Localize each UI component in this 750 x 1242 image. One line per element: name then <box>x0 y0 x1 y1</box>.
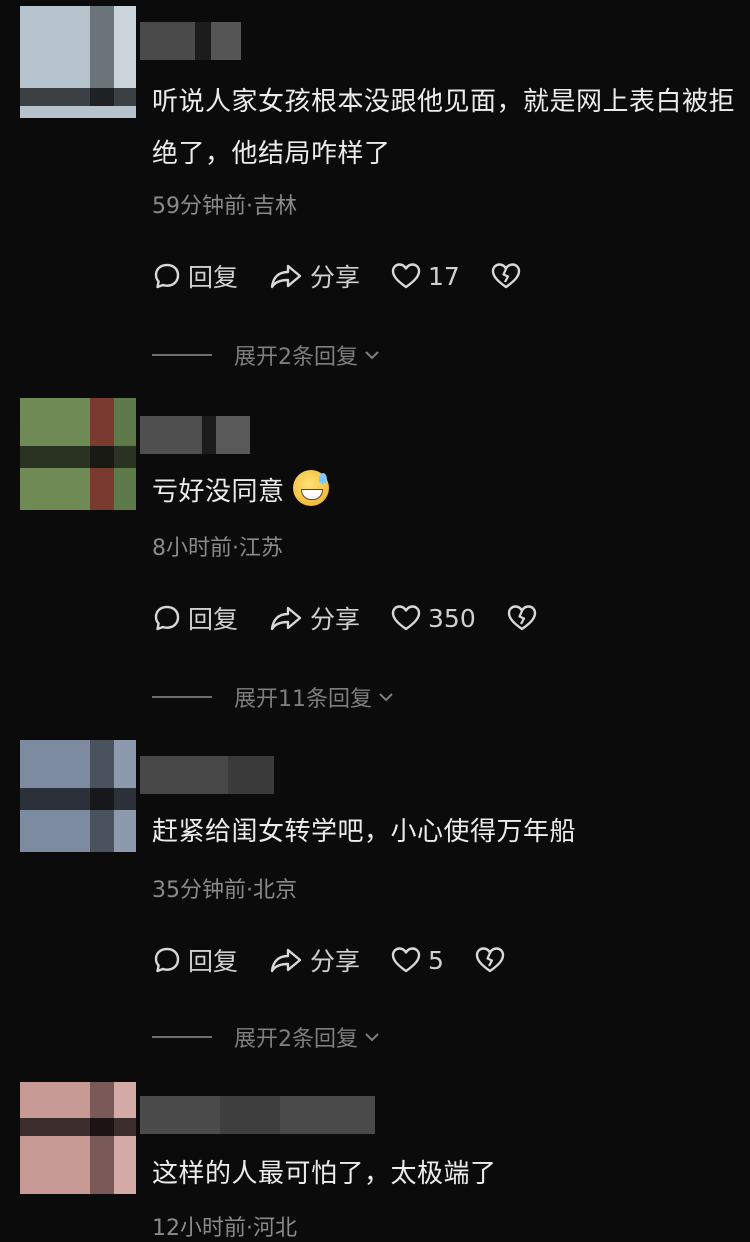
comment-bubble-icon <box>154 947 180 973</box>
expand-replies[interactable]: 展开2条回复 <box>152 340 382 370</box>
divider-line <box>152 1036 212 1038</box>
share-arrow-icon <box>270 948 302 973</box>
dislike-button[interactable] <box>490 261 528 291</box>
comment-actions: 回复 分享 5 <box>152 940 542 980</box>
share-label: 分享 <box>310 947 361 976</box>
chevron-down-icon <box>365 1033 379 1042</box>
reply-button[interactable]: 回复 <box>152 258 238 294</box>
comment-meta: 59分钟前·吉林 <box>152 194 297 219</box>
share-arrow-icon <box>270 606 302 631</box>
avatar[interactable] <box>20 6 136 118</box>
username-blurred[interactable] <box>140 416 250 454</box>
share-button[interactable]: 分享 <box>268 942 360 978</box>
share-button[interactable]: 分享 <box>268 600 360 636</box>
like-button[interactable]: 17 <box>390 261 460 291</box>
avatar[interactable] <box>20 740 136 852</box>
grinning-sweat-emoji <box>292 470 329 506</box>
comment-bubble-icon <box>154 605 180 631</box>
broken-heart-icon <box>475 947 505 973</box>
comment-meta: 8小时前·江苏 <box>152 536 283 561</box>
reply-button[interactable]: 回复 <box>152 942 238 978</box>
broken-heart-icon <box>491 263 521 289</box>
reply-label: 回复 <box>188 263 239 292</box>
dislike-button[interactable] <box>506 603 544 633</box>
share-arrow-icon <box>270 264 302 289</box>
reply-button[interactable]: 回复 <box>152 600 238 636</box>
share-label: 分享 <box>310 263 361 292</box>
like-count: 350 <box>428 603 476 633</box>
chevron-down-icon <box>379 693 393 702</box>
like-count: 5 <box>428 945 444 975</box>
comment-meta: 12小时前·河北 <box>152 1216 297 1241</box>
expand-replies[interactable]: 展开11条回复 <box>152 682 396 712</box>
username-blurred[interactable] <box>140 1096 375 1134</box>
comment-text: 听说人家女孩根本没跟他见面，就是网上表白被拒绝了，他结局咋样了 <box>152 87 736 169</box>
comment-actions: 回复 分享 350 <box>152 598 574 638</box>
divider-line <box>152 696 212 698</box>
comment-text-content: 亏好没同意 <box>152 477 285 507</box>
avatar[interactable] <box>20 1082 136 1194</box>
chevron-down-icon <box>365 351 379 360</box>
like-count: 17 <box>428 261 460 291</box>
expand-label: 展开2条回复 <box>234 345 358 370</box>
comment-text: 这样的人最可怕了，太极端了 <box>152 1159 497 1189</box>
like-button[interactable]: 5 <box>390 945 444 975</box>
heart-icon <box>391 947 421 973</box>
comment-actions: 回复 分享 17 <box>152 256 558 296</box>
expand-label: 展开2条回复 <box>234 1027 358 1052</box>
like-button[interactable]: 350 <box>390 603 476 633</box>
divider-line <box>152 354 212 356</box>
reply-label: 回复 <box>188 605 239 634</box>
comment-text: 亏好没同意 <box>152 466 742 518</box>
heart-icon <box>391 263 421 289</box>
username-blurred[interactable] <box>140 22 241 60</box>
reply-label: 回复 <box>188 947 239 976</box>
expand-replies[interactable]: 展开2条回复 <box>152 1022 382 1052</box>
avatar[interactable] <box>20 398 136 510</box>
username-blurred[interactable] <box>140 756 274 794</box>
comment-meta: 35分钟前·北京 <box>152 878 297 903</box>
comment-text: 赶紧给闺女转学吧，小心使得万年船 <box>152 817 577 847</box>
dislike-button[interactable] <box>474 945 512 975</box>
comment-bubble-icon <box>154 263 180 289</box>
share-label: 分享 <box>310 605 361 634</box>
share-button[interactable]: 分享 <box>268 258 360 294</box>
heart-icon <box>391 605 421 631</box>
broken-heart-icon <box>507 605 536 631</box>
expand-label: 展开11条回复 <box>234 687 372 712</box>
